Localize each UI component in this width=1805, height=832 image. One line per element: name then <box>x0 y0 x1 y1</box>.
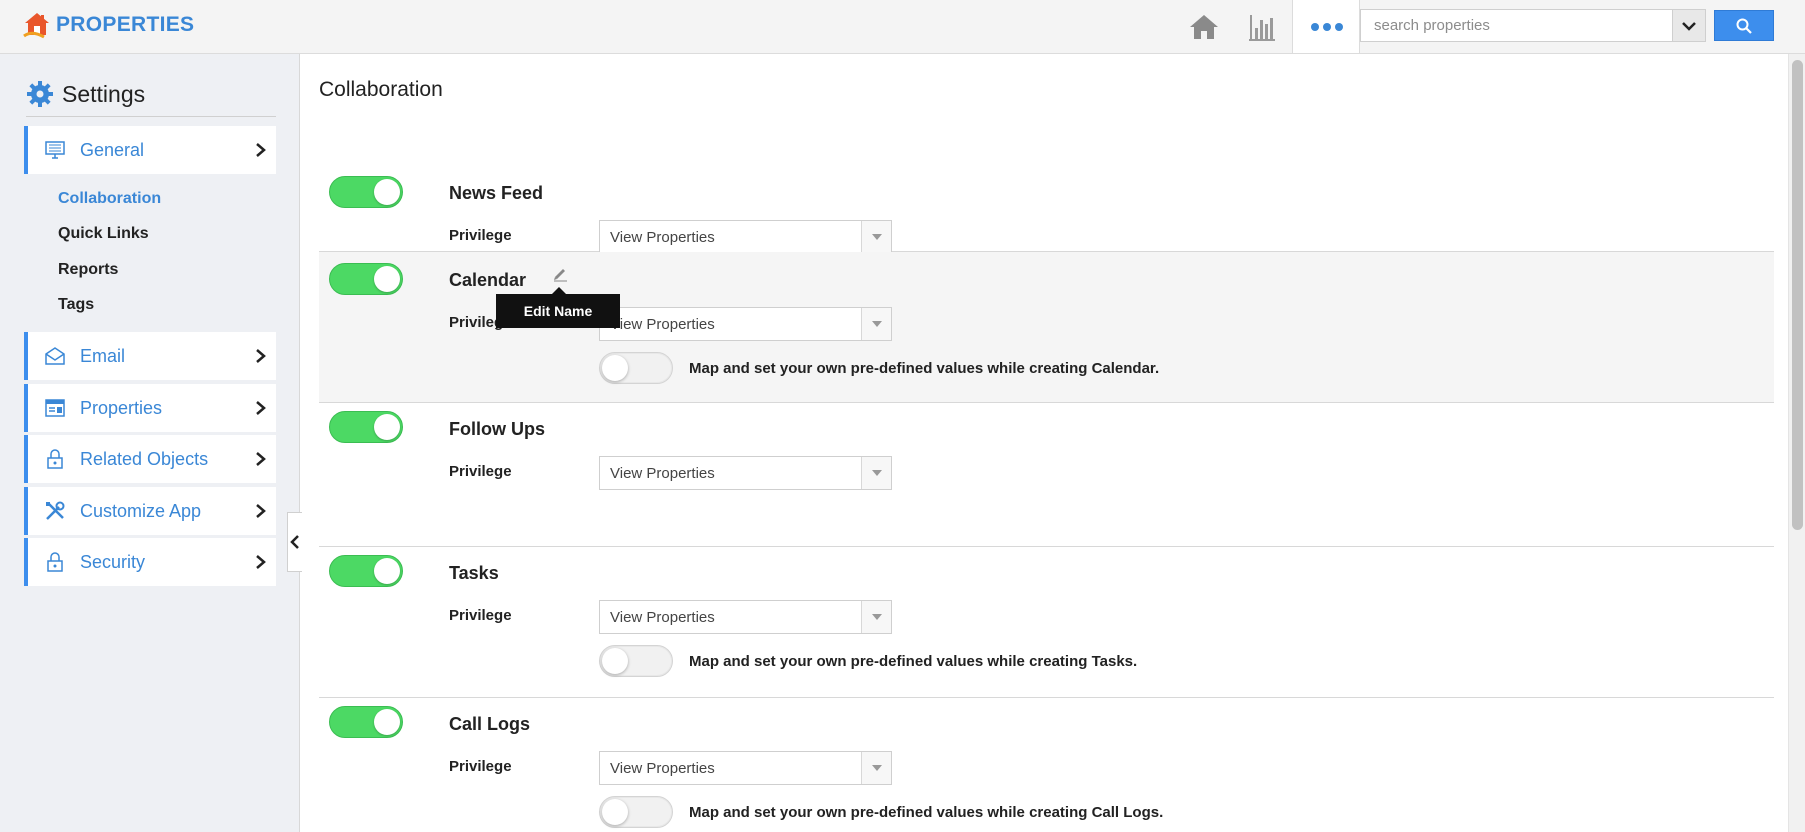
subnav-quick-links[interactable]: Quick Links <box>58 225 149 243</box>
caret-down-icon <box>861 221 891 253</box>
chevron-right-icon <box>256 143 266 157</box>
house-logo-icon <box>23 13 49 39</box>
properties-icon <box>45 399 65 417</box>
privilege-select[interactable]: View Properties <box>599 600 892 634</box>
gear-icon <box>27 81 53 107</box>
monitor-icon <box>45 141 65 159</box>
more-dots-icon <box>1311 23 1343 31</box>
caret-down-icon <box>861 752 891 784</box>
sidebar-item-label: Customize App <box>80 500 202 521</box>
caret-down-icon <box>861 601 891 633</box>
privilege-label: Privilege <box>449 463 512 480</box>
feature-row-tasks: Tasks Privilege View Properties Map and … <box>319 547 1774 698</box>
news-feed-toggle[interactable] <box>329 176 403 208</box>
map-values-text: Map and set your own pre-defined values … <box>689 360 1160 377</box>
follow-ups-toggle[interactable] <box>329 411 403 443</box>
tools-icon <box>46 501 65 520</box>
search-dropdown-button[interactable] <box>1672 9 1706 42</box>
call-logs-map-toggle[interactable] <box>599 796 673 828</box>
privilege-value: View Properties <box>610 229 715 246</box>
chevron-right-icon <box>256 401 266 415</box>
edit-name-tooltip: Edit Name <box>496 287 620 328</box>
sidebar-item-security[interactable]: Security <box>24 538 276 586</box>
feature-name: Follow Ups <box>449 419 545 439</box>
page-scrollbar[interactable] <box>1788 54 1805 832</box>
feature-name: News Feed <box>449 183 544 203</box>
privilege-select[interactable]: View Properties <box>599 220 892 254</box>
pencil-icon[interactable] <box>552 266 568 282</box>
settings-sidebar: Settings General Collaboration Quick Lin… <box>0 54 302 832</box>
collapse-sidebar-button[interactable] <box>287 512 302 572</box>
sidebar-item-properties[interactable]: Properties <box>24 384 276 432</box>
app-logo[interactable]: PROPERTIES <box>22 10 194 40</box>
chevron-right-icon <box>256 452 266 466</box>
feature-name: Tasks <box>449 563 499 583</box>
sidebar-item-related-objects[interactable]: Related Objects <box>24 435 276 483</box>
bar-chart-icon[interactable] <box>1246 12 1278 42</box>
caret-down-icon <box>861 457 891 489</box>
sidebar-item-general[interactable]: General <box>24 126 276 174</box>
chevron-left-icon <box>290 535 299 549</box>
privilege-select[interactable]: View Properties <box>599 307 892 341</box>
feature-name: Calendar <box>449 270 527 290</box>
tasks-map-toggle[interactable] <box>599 645 673 677</box>
sidebar-item-label: Email <box>80 345 126 366</box>
chevron-right-icon <box>256 349 266 363</box>
sidebar-item-label: Related Objects <box>80 448 209 469</box>
feature-row-calendar: Calendar Privilege View Properties Edit … <box>319 252 1774 403</box>
search-icon <box>1736 18 1752 34</box>
tasks-toggle[interactable] <box>329 555 403 587</box>
feature-row-news-feed: News Feed Privilege View Properties <box>319 108 1774 254</box>
subnav-reports[interactable]: Reports <box>58 261 118 279</box>
sidebar-item-label: Properties <box>80 397 163 418</box>
privilege-select[interactable]: View Properties <box>599 456 892 490</box>
call-logs-toggle[interactable] <box>329 706 403 738</box>
privilege-select[interactable]: View Properties <box>599 751 892 785</box>
privilege-value: View Properties <box>610 760 715 777</box>
envelope-icon <box>45 347 65 365</box>
chevron-right-icon <box>256 504 266 518</box>
app-name: PROPERTIES <box>56 13 195 36</box>
feature-row-call-logs: Call Logs Privilege View Properties Map … <box>319 698 1774 832</box>
sidebar-item-email[interactable]: Email <box>24 332 276 380</box>
lock-icon <box>47 449 63 469</box>
privilege-label: Privilege <box>449 607 512 624</box>
privilege-value: View Properties <box>610 609 715 626</box>
privilege-value: View Properties <box>610 465 715 482</box>
search-button[interactable] <box>1714 10 1774 41</box>
privilege-label: Privilege <box>449 227 512 244</box>
more-menu-button[interactable] <box>1292 0 1360 53</box>
main-content: Collaboration News Feed Privilege View P… <box>301 54 1788 832</box>
chevron-down-icon <box>1682 21 1696 31</box>
chevron-right-icon <box>256 555 266 569</box>
lock-icon <box>47 552 63 572</box>
sidebar-item-label: Security <box>80 551 146 572</box>
settings-header: Settings <box>26 80 276 117</box>
top-bar: PROPERTIES <box>0 0 1805 54</box>
home-icon[interactable] <box>1188 12 1220 42</box>
feature-row-follow-ups: Follow Ups Privilege View Properties <box>319 403 1774 547</box>
map-values-text: Map and set your own pre-defined values … <box>689 653 1138 670</box>
sidebar-item-label: General <box>80 139 145 160</box>
feature-name: Call Logs <box>449 714 531 734</box>
caret-down-icon <box>861 308 891 340</box>
calendar-toggle[interactable] <box>329 263 403 295</box>
privilege-value: View Properties <box>610 316 715 333</box>
subnav-collaboration[interactable]: Collaboration <box>58 190 161 208</box>
sidebar-item-customize-app[interactable]: Customize App <box>24 487 276 535</box>
scrollbar-thumb[interactable] <box>1792 60 1803 530</box>
subnav-tags[interactable]: Tags <box>58 296 94 314</box>
calendar-map-toggle[interactable] <box>599 352 673 384</box>
settings-title: Settings <box>62 80 146 107</box>
map-values-text: Map and set your own pre-defined values … <box>689 804 1164 821</box>
page-title: Collaboration <box>319 78 443 101</box>
privilege-label: Privilege <box>449 758 512 775</box>
search-input[interactable] <box>1360 9 1673 42</box>
